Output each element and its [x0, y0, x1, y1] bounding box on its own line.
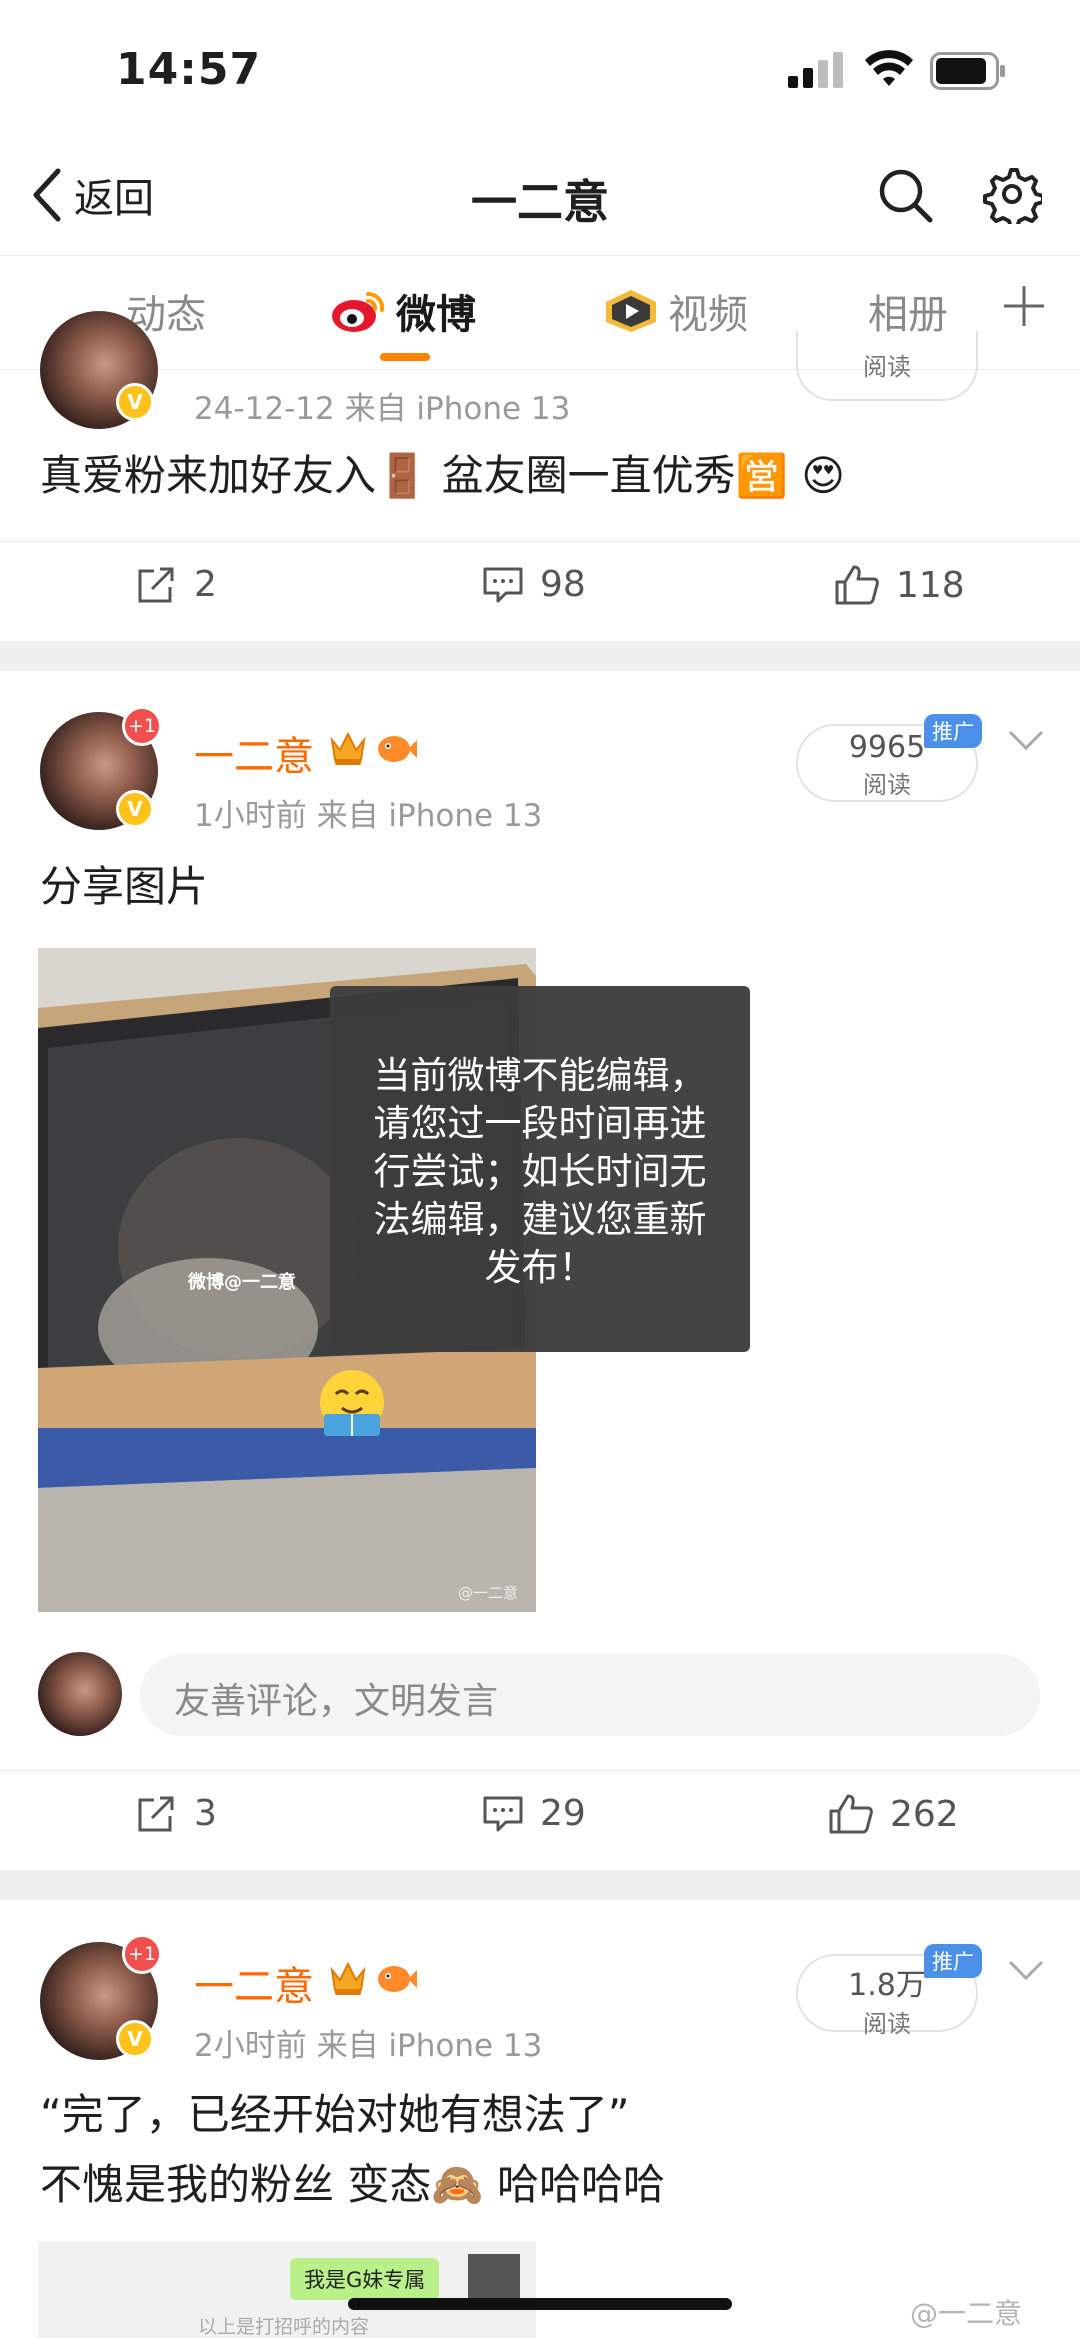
comment-button[interactable]: 29: [482, 1793, 586, 1834]
chevron-down-icon[interactable]: [1008, 1958, 1044, 1982]
post-actions: 3 29 262: [0, 1770, 1080, 1870]
post-username[interactable]: 一二意: [194, 1954, 314, 2012]
read-count-pill: 阅读: [796, 331, 978, 401]
share-icon: [138, 1796, 174, 1831]
add-tab-plus-icon[interactable]: [1000, 282, 1048, 330]
like-button[interactable]: 118: [834, 564, 965, 606]
verified-badge-icon: V: [116, 383, 154, 421]
my-avatar[interactable]: [38, 1652, 122, 1736]
video-play-icon: [606, 290, 656, 332]
share-button[interactable]: 2: [136, 564, 217, 605]
avatar-plus-badge: +1: [122, 1934, 162, 1974]
tab-video[interactable]: 视频: [602, 282, 748, 340]
post-card: V 24-12-12 来自 iPhone 13 阅读 真爱粉来加好友入🚪 盆友圈…: [0, 311, 1080, 641]
status-bar: 14:57: [0, 0, 1080, 140]
post-text: 真爱粉来加好友入🚪 盆友圈一直优秀🈺 😍: [40, 451, 846, 500]
crown-badge-icon: [330, 731, 366, 765]
share-button[interactable]: 3: [136, 1793, 217, 1834]
comment-icon: [483, 1796, 523, 1831]
promo-badge: 推广: [924, 714, 982, 748]
comment-composer: 友善评论，文明发言: [0, 1650, 1080, 1738]
share-icon: [138, 567, 174, 602]
verified-badge-icon: V: [116, 790, 154, 828]
avatar-plus-badge: +1: [122, 706, 162, 746]
search-icon[interactable]: [876, 166, 934, 224]
thumbs-up-icon: [829, 1794, 873, 1834]
comment-input[interactable]: 友善评论，文明发言: [140, 1654, 1040, 1736]
promo-badge: 推广: [924, 1944, 982, 1978]
image-watermark: 微博@一二意: [188, 1272, 296, 1293]
read-count-pill: 1.8万 阅读 推广: [796, 1944, 982, 2038]
post-text-line2: 不愧是我的粉丝 变态🙈 哈哈哈哈: [40, 2160, 665, 2209]
post-image-thumb[interactable]: 我是G妹专属 以上是打招呼的内容: [38, 2242, 536, 2338]
post-text-line1: “完了，已经开始对她有想法了”: [40, 2090, 630, 2139]
post-text: 分享图片: [40, 862, 209, 911]
comment-icon: [483, 567, 523, 602]
chat-bubble: 我是G妹专属: [290, 2258, 440, 2300]
chevron-down-icon[interactable]: [1008, 728, 1044, 752]
chat-note: 以上是打招呼的内容: [198, 2316, 370, 2338]
edit-error-toast: 当前微博不能编辑， 请您过一段时间再进 行尝试；如长时间无 法编辑，建议您重新 …: [330, 986, 750, 1352]
post-actions: 2 98 118: [0, 541, 1080, 641]
wifi-icon: [865, 50, 913, 86]
tab-weibo[interactable]: 微博: [330, 282, 476, 340]
post-meta: 1小时前 来自 iPhone 13: [194, 798, 543, 834]
fish-badge-icon: [378, 736, 417, 762]
nav-header: 返回 一二意: [0, 140, 1080, 255]
chat-avatar: [468, 2254, 520, 2302]
like-button[interactable]: 262: [828, 1793, 959, 1835]
gear-icon[interactable]: [982, 164, 1042, 224]
feed-divider: [0, 641, 1080, 671]
battery-icon: [930, 52, 1005, 90]
read-count-pill: 9965 阅读 推广: [796, 714, 982, 802]
page-watermark: @一二意: [910, 2297, 1023, 2330]
feed-divider: [0, 1870, 1080, 1900]
comment-button[interactable]: 98: [482, 564, 586, 605]
weibo-logo-icon: [332, 291, 385, 332]
reading-emoji-icon: [320, 1370, 384, 1436]
fish-badge-icon: [378, 1966, 417, 1992]
home-indicator: [348, 2298, 732, 2310]
post-username[interactable]: 一二意: [194, 724, 314, 782]
thumbs-up-icon: [835, 565, 879, 605]
post-meta: 24-12-12 来自 iPhone 13: [194, 391, 571, 427]
image-corner-watermark: @一二意: [458, 1584, 519, 1602]
active-tab-indicator: [380, 353, 430, 361]
verified-badge-icon: V: [116, 2020, 154, 2058]
status-time: 14:57: [116, 44, 262, 95]
crown-badge-icon: [330, 1961, 366, 1995]
cellular-signal-icon: [788, 52, 843, 88]
post-meta: 2小时前 来自 iPhone 13: [194, 2028, 543, 2064]
